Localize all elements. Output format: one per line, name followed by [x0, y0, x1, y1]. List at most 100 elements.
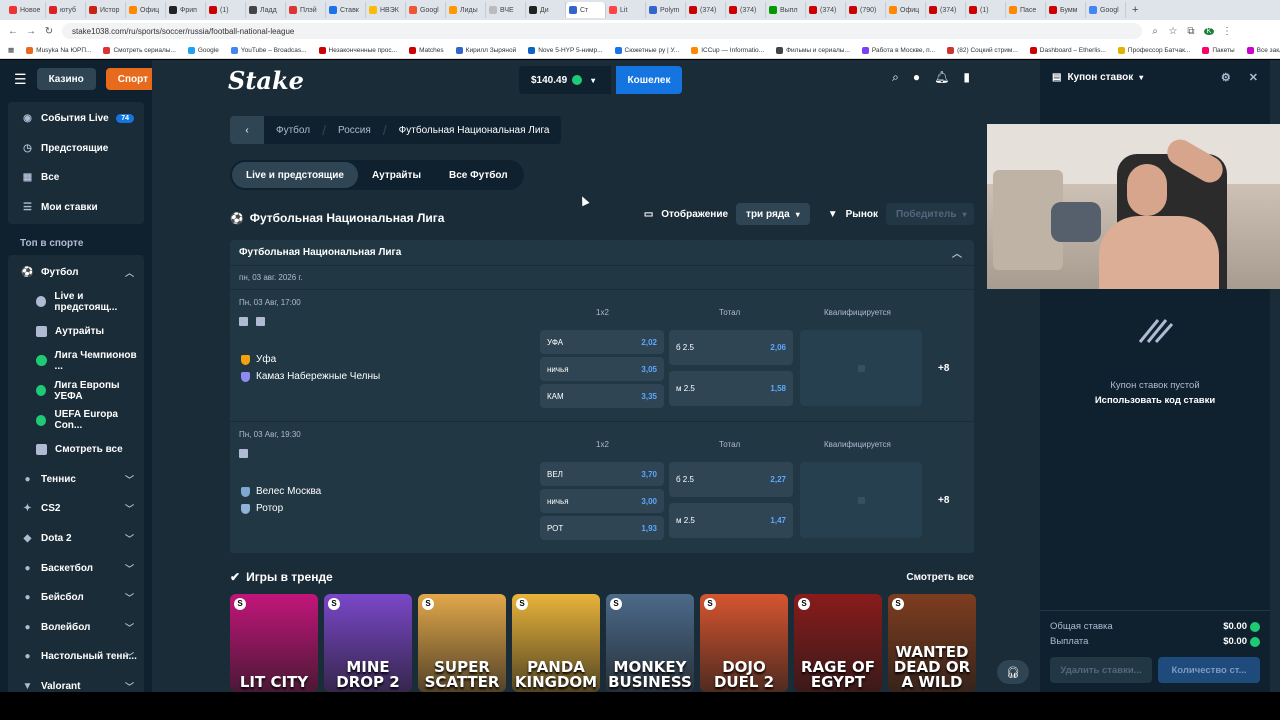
sidebar-item-live[interactable]: ◉ События Live 74: [8, 104, 144, 134]
bookmark-item[interactable]: Фильмы и сериалы...: [776, 46, 850, 54]
more-markets-link[interactable]: +8: [938, 363, 949, 374]
chevron-down-icon[interactable]: ▾: [1139, 73, 1143, 82]
browser-tab[interactable]: Офиц: [126, 2, 166, 18]
sidebar-item-all[interactable]: ▦ Все: [8, 163, 144, 193]
game-card[interactable]: S LIT CITY: [230, 594, 318, 692]
chevron-down-icon[interactable]: ﹀: [125, 621, 134, 634]
browser-tab[interactable]: Офиц: [886, 2, 926, 18]
chevron-down-icon[interactable]: ﹀: [125, 532, 134, 545]
browser-tab[interactable]: НВЭК: [366, 2, 406, 18]
stats-icon[interactable]: [239, 317, 248, 326]
browser-tab[interactable]: Ди: [526, 2, 566, 18]
search-icon[interactable]: ⌕: [892, 70, 899, 85]
sidebar-item-sport[interactable]: ● Теннис ﹀: [8, 465, 144, 495]
browser-tab[interactable]: Истор: [86, 2, 126, 18]
browser-tab[interactable]: Googl: [1086, 2, 1126, 18]
url-input[interactable]: stake1038.com/ru/sports/soccer/russia/fo…: [62, 23, 1142, 39]
bell-icon[interactable]: 🔔︎: [934, 70, 949, 85]
odds-button-total[interactable]: б 2.5 2,06: [669, 330, 793, 365]
extensions-icon[interactable]: ⧉: [1186, 26, 1196, 37]
breadcrumb-football[interactable]: Футбол: [264, 125, 322, 136]
browser-tab[interactable]: (374): [926, 2, 966, 18]
stream-icon[interactable]: [256, 317, 265, 326]
browser-tab[interactable]: (374): [726, 2, 766, 18]
sidebar-item-sport[interactable]: ▼ Valorant ﹀: [8, 672, 144, 692]
stake-logo[interactable]: Stake: [228, 66, 304, 95]
menu-dots-icon[interactable]: ⋮: [1222, 26, 1232, 37]
odds-button-total[interactable]: м 2.5 1,47: [669, 503, 793, 538]
back-arrow-icon[interactable]: ←: [8, 26, 18, 37]
casino-button[interactable]: Казино: [36, 68, 96, 90]
browser-tab[interactable]: (1): [966, 2, 1006, 18]
bookmark-item[interactable]: ICCup — Informatio...: [691, 46, 764, 54]
browser-tab[interactable]: Плэй: [286, 2, 326, 18]
game-card[interactable]: S SUPER SCATTER: [418, 594, 506, 692]
bookmark-item[interactable]: (82) Соцкий стрим...: [947, 46, 1018, 54]
game-card[interactable]: S DOJO DUEL 2: [700, 594, 788, 692]
chevron-up-icon[interactable]: ︿: [952, 245, 962, 260]
sidebar-item-sport[interactable]: ◆ Dota 2 ﹀: [8, 524, 144, 554]
bet-count-button[interactable]: Количество ст...: [1158, 657, 1260, 683]
browser-tab[interactable]: (790): [846, 2, 886, 18]
browser-tab[interactable]: (374): [686, 2, 726, 18]
sidebar-item-sport[interactable]: ● Волейбол ﹀: [8, 613, 144, 643]
browser-tab[interactable]: Googl: [406, 2, 446, 18]
bookmark-item[interactable]: Пакеты: [1202, 46, 1235, 54]
user-icon[interactable]: ●: [913, 70, 920, 85]
chevron-down-icon[interactable]: ﹀: [125, 502, 134, 515]
bookmark-item[interactable]: Nove 5-HYP 5-нимр...: [528, 46, 603, 54]
browser-tab[interactable]: Бумм: [1046, 2, 1086, 18]
chevron-up-icon[interactable]: ︿: [125, 266, 134, 279]
browser-tab[interactable]: Ладд: [246, 2, 286, 18]
odds-button-total[interactable]: б 2.5 2,27: [669, 462, 793, 497]
game-card[interactable]: S MINE DROP 2: [324, 594, 412, 692]
odds-button-1x2[interactable]: ВЕЛ 3,70: [540, 462, 664, 486]
bookmark-item[interactable]: Смотреть сериалы...: [103, 46, 176, 54]
menu-icon[interactable]: ☰: [14, 71, 27, 88]
sidebar-football-sub-item[interactable]: UEFA Europa Con...: [8, 405, 144, 435]
close-icon[interactable]: ✕: [1249, 71, 1258, 84]
bookmark-item[interactable]: YouTube – Broadcas...: [230, 46, 307, 54]
see-all-link[interactable]: Смотреть все: [906, 572, 974, 583]
bookmark-item[interactable]: Работа в Москве, п...: [861, 46, 935, 54]
chevron-down-icon[interactable]: ﹀: [125, 650, 134, 663]
odds-button-total[interactable]: м 2.5 1,58: [669, 371, 793, 406]
browser-tab[interactable]: (1): [206, 2, 246, 18]
tab-all-football[interactable]: Все Футбол: [435, 162, 522, 188]
league-card-header[interactable]: Футбольная Национальная Лига ︿: [230, 240, 974, 266]
bookmark-item[interactable]: Незаконченные прос...: [318, 46, 397, 54]
browser-tab[interactable]: Ст: [566, 2, 606, 18]
odds-button-1x2[interactable]: ничья 3,00: [540, 489, 664, 513]
chevron-down-icon[interactable]: ﹀: [125, 680, 134, 692]
market-select[interactable]: Победитель ▾: [886, 203, 974, 225]
sidebar-item-sport[interactable]: ● Баскетбол ﹀: [8, 553, 144, 583]
sidebar-football-sub-item[interactable]: Аутрайты: [8, 317, 144, 347]
support-chat-button[interactable]: 🎧︎: [997, 660, 1029, 684]
zoom-icon[interactable]: ⌕: [1150, 26, 1160, 37]
sidebar-item-football[interactable]: ⚽ Футбол ︿: [8, 257, 144, 287]
wallet-button[interactable]: Кошелек: [616, 66, 682, 94]
browser-tab[interactable]: Ставк: [326, 2, 366, 18]
sidebar-football-sub-item[interactable]: Лига Европы УЕФА: [8, 376, 144, 406]
chevron-down-icon[interactable]: ﹀: [125, 473, 134, 486]
odds-button-1x2[interactable]: УФА 2,02: [540, 330, 664, 354]
browser-tab[interactable]: Выпл: [766, 2, 806, 18]
betslip-title[interactable]: Купон ставок: [1067, 72, 1133, 83]
sidebar-item-my-bets[interactable]: ☰ Мои ставки: [8, 193, 144, 223]
sidebar-football-sub-item[interactable]: Лига Чемпионов ...: [8, 346, 144, 376]
game-card[interactable]: S WANTED DEAD OR A WILD: [888, 594, 976, 692]
odds-button-1x2[interactable]: КАМ 3,35: [540, 384, 664, 408]
forward-arrow-icon[interactable]: →: [26, 26, 36, 37]
browser-tab[interactable]: ютуб: [46, 2, 86, 18]
away-team[interactable]: Ротор: [241, 503, 283, 514]
browser-tab[interactable]: Пасе: [1006, 2, 1046, 18]
browser-tab[interactable]: Фрип: [166, 2, 206, 18]
sidebar-toggle-icon[interactable]: ▮: [963, 70, 970, 85]
tab-live-upcoming[interactable]: Live и предстоящие: [232, 162, 358, 188]
bookmark-item[interactable]: Все закладки: [1246, 46, 1280, 54]
new-tab-icon[interactable]: +: [1132, 4, 1138, 16]
sidebar-football-sub-item[interactable]: Смотреть все: [8, 435, 144, 465]
delete-bets-button[interactable]: Удалить ставки...: [1050, 657, 1152, 683]
browser-tab[interactable]: Новое: [6, 2, 46, 18]
bookmark-item[interactable]: Профессор Батчак...: [1117, 46, 1190, 54]
